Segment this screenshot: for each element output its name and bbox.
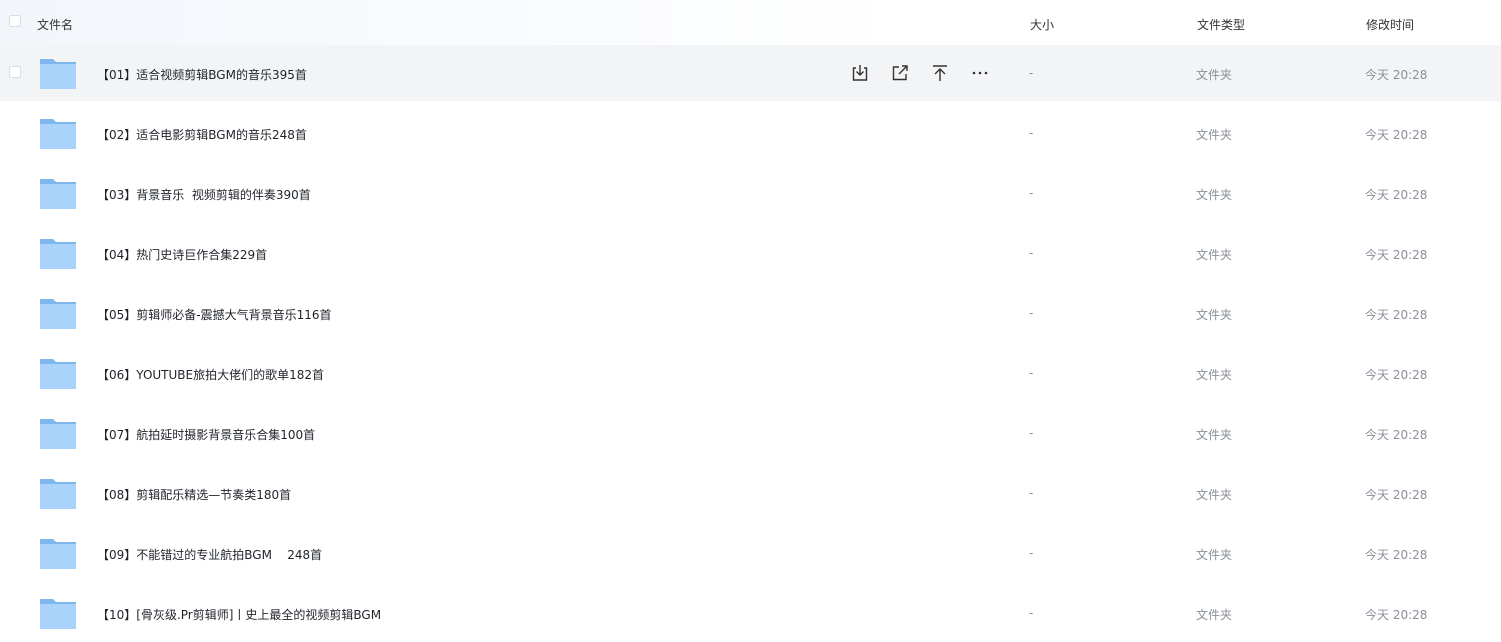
file-type: 文件夹 (1196, 548, 1233, 562)
column-header-time[interactable]: 修改时间 (1366, 16, 1414, 33)
file-row[interactable]: 【10】[骨灰级.Pr剪辑师]丨史上最全的视频剪辑BGM - 文件夹 今天 20… (0, 585, 1501, 641)
column-header-name[interactable]: 文件名 (37, 16, 73, 33)
file-name[interactable]: 【08】剪辑配乐精选—节奏类180首 (97, 486, 291, 503)
file-modified-time: 今天 20:28 (1365, 548, 1428, 562)
folder-icon (40, 239, 76, 269)
file-size: - (1029, 366, 1034, 380)
file-row[interactable]: 【02】适合电影剪辑BGM的音乐248首 - 文件夹 今天 20:28 (0, 105, 1501, 161)
file-name[interactable]: 【10】[骨灰级.Pr剪辑师]丨史上最全的视频剪辑BGM (97, 606, 381, 623)
file-row[interactable]: 【06】YOUTUBE旅拍大佬们的歌单182首 - 文件夹 今天 20:28 (0, 345, 1501, 401)
file-modified-time: 今天 20:28 (1365, 248, 1428, 262)
file-row[interactable]: 【09】不能错过的专业航拍BGM 248首 - 文件夹 今天 20:28 (0, 525, 1501, 581)
file-modified-time: 今天 20:28 (1365, 188, 1428, 202)
file-modified-time: 今天 20:28 (1365, 488, 1428, 502)
file-name[interactable]: 【04】热门史诗巨作合集229首 (97, 246, 267, 263)
file-name[interactable]: 【09】不能错过的专业航拍BGM 248首 (97, 546, 322, 563)
file-type: 文件夹 (1196, 68, 1233, 82)
folder-icon (40, 359, 76, 389)
file-name[interactable]: 【01】适合视频剪辑BGM的音乐395首 (97, 66, 307, 83)
file-name[interactable]: 【07】航拍延时摄影背景音乐合集100首 (97, 426, 315, 443)
file-size: - (1029, 606, 1034, 620)
select-all-checkbox[interactable] (9, 15, 21, 27)
folder-icon (40, 59, 76, 89)
file-modified-time: 今天 20:28 (1365, 608, 1428, 622)
file-type: 文件夹 (1196, 308, 1233, 322)
folder-icon (40, 179, 76, 209)
share-icon[interactable] (889, 62, 911, 84)
file-type: 文件夹 (1196, 608, 1233, 622)
file-row[interactable]: 【07】航拍延时摄影背景音乐合集100首 - 文件夹 今天 20:28 (0, 405, 1501, 461)
file-modified-time: 今天 20:28 (1365, 428, 1428, 442)
folder-icon (40, 119, 76, 149)
row-checkbox[interactable] (9, 66, 21, 78)
file-modified-time: 今天 20:28 (1365, 368, 1428, 382)
download-icon[interactable] (849, 62, 871, 84)
list-header: 文件名 大小 文件类型 修改时间 (0, 0, 1501, 45)
file-modified-time: 今天 20:28 (1365, 128, 1428, 142)
file-list: 文件名 大小 文件类型 修改时间 【01】适合视频剪辑BGM的音乐395首 - … (0, 0, 1501, 642)
file-type: 文件夹 (1196, 488, 1233, 502)
file-row[interactable]: 【05】剪辑师必备-震撼大气背景音乐116首 - 文件夹 今天 20:28 (0, 285, 1501, 341)
file-size: - (1029, 486, 1034, 500)
folder-icon (40, 599, 76, 629)
file-modified-time: 今天 20:28 (1365, 68, 1428, 82)
file-modified-time: 今天 20:28 (1365, 308, 1428, 322)
file-row[interactable]: 【04】热门史诗巨作合集229首 - 文件夹 今天 20:28 (0, 225, 1501, 281)
file-type: 文件夹 (1196, 248, 1233, 262)
file-name[interactable]: 【03】背景音乐 视频剪辑的伴奏390首 (97, 186, 311, 203)
file-name[interactable]: 【06】YOUTUBE旅拍大佬们的歌单182首 (97, 366, 324, 383)
file-size: - (1029, 66, 1034, 80)
file-size: - (1029, 126, 1034, 140)
folder-icon (40, 479, 76, 509)
file-row[interactable]: 【03】背景音乐 视频剪辑的伴奏390首 - 文件夹 今天 20:28 (0, 165, 1501, 221)
file-row[interactable]: 【08】剪辑配乐精选—节奏类180首 - 文件夹 今天 20:28 (0, 465, 1501, 521)
column-header-size[interactable]: 大小 (1030, 16, 1054, 33)
folder-icon (40, 299, 76, 329)
file-type: 文件夹 (1196, 428, 1233, 442)
column-header-type[interactable]: 文件类型 (1197, 16, 1245, 33)
file-name[interactable]: 【02】适合电影剪辑BGM的音乐248首 (97, 126, 307, 143)
move-to-top-icon[interactable] (929, 62, 951, 84)
file-type: 文件夹 (1196, 188, 1233, 202)
file-size: - (1029, 306, 1034, 320)
file-size: - (1029, 426, 1034, 440)
folder-icon (40, 539, 76, 569)
file-row[interactable]: 【01】适合视频剪辑BGM的音乐395首 - 文件夹 今天 20:28 (0, 45, 1501, 101)
file-size: - (1029, 246, 1034, 260)
file-type: 文件夹 (1196, 128, 1233, 142)
file-name[interactable]: 【05】剪辑师必备-震撼大气背景音乐116首 (97, 306, 332, 323)
folder-icon (40, 419, 76, 449)
more-icon[interactable] (969, 62, 991, 84)
file-size: - (1029, 546, 1034, 560)
file-size: - (1029, 186, 1034, 200)
file-type: 文件夹 (1196, 368, 1233, 382)
